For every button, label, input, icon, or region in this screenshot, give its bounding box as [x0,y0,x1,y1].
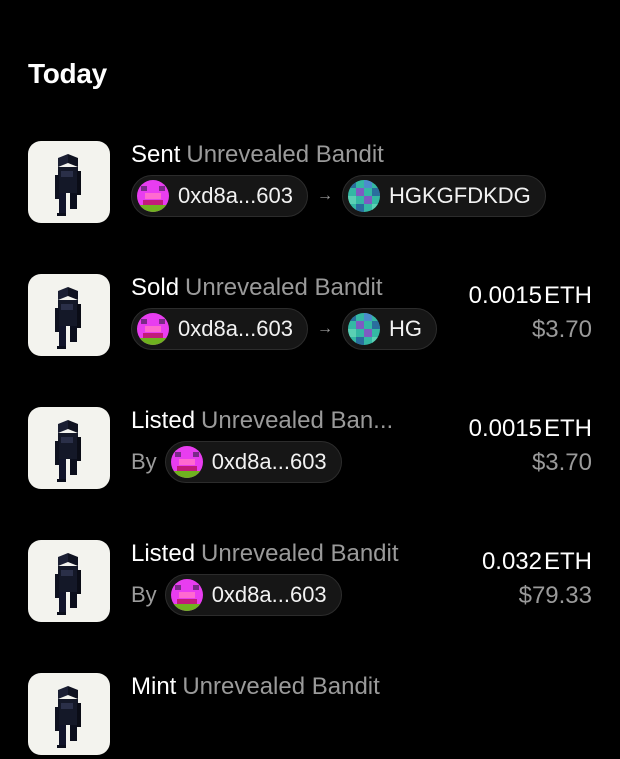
nft-thumbnail[interactable] [28,673,110,755]
activity-verb: Sold [131,274,180,301]
lister-address-chip[interactable]: 0xd8a...603 [164,441,342,483]
from-address-chip[interactable]: 0xd8a...603 [131,175,308,217]
price-block: 0.0015ETH $3.70 [469,415,592,477]
activity-verb: Sent [131,141,181,168]
pink-avatar-icon [137,180,169,212]
lister-address: 0xd8a...603 [211,449,327,474]
to-address-chip[interactable]: HGKGFDKDG [341,175,546,217]
item-name[interactable]: Unrevealed Bandit [185,274,382,301]
to-address: HG [388,316,422,341]
activity-row-sent[interactable]: Sent Unrevealed Bandit 0xd8a...603 → HGKG… [0,127,620,227]
item-name[interactable]: Unrevealed Ban... [201,407,393,434]
to-address-chip[interactable]: HG [341,308,437,350]
lister-address: 0xd8a...603 [211,582,327,607]
activity-row-mint[interactable]: Mint Unrevealed Bandit [0,659,620,759]
by-label: By [131,449,157,474]
arrow-right-icon: → [316,187,333,204]
activity-row-listed[interactable]: Listed Unrevealed Bandit By 0xd8a...603 0… [0,526,620,626]
price-usd: $79.33 [518,582,592,609]
section-title: Today [28,58,107,89]
pink-avatar-icon [170,579,203,611]
activity-title: Sent Unrevealed Bandit [131,141,384,169]
teal-avatar-icon [347,313,380,345]
teal-avatar-icon [347,180,380,212]
activity-title: Listed Unrevealed Ban... [131,407,393,435]
item-name[interactable]: Unrevealed Bandit [182,673,379,700]
nft-thumbnail[interactable] [28,274,110,356]
price-block: 0.032ETH $79.33 [482,548,592,610]
activity-verb: Mint [131,673,177,700]
pink-avatar-icon [137,313,169,345]
price-usd: $3.70 [531,449,592,476]
activity-verb: Listed [131,540,196,567]
price-eth: 0.0015ETH [468,415,592,442]
from-address: 0xd8a...603 [178,183,293,208]
pink-avatar-icon [170,446,203,478]
activity-row-sold[interactable]: Sold Unrevealed Bandit 0xd8a...603 → HG 0… [0,260,620,360]
price-usd: $3.70 [531,316,592,343]
activity-verb: Listed [131,407,196,434]
from-address: 0xd8a...603 [178,316,293,341]
activity-title: Mint Unrevealed Bandit [131,673,380,701]
arrow-right-icon: → [316,320,333,337]
item-name[interactable]: Unrevealed Bandit [186,141,383,168]
from-address-chip[interactable]: 0xd8a...603 [131,308,308,350]
nft-thumbnail[interactable] [28,540,110,622]
activity-title: Listed Unrevealed Bandit [131,540,399,568]
to-address: HGKGFDKDG [388,183,531,208]
activity-title: Sold Unrevealed Bandit [131,274,383,302]
nft-thumbnail[interactable] [28,141,110,223]
item-name[interactable]: Unrevealed Bandit [201,540,398,567]
by-label: By [131,582,157,607]
price-block: 0.0015ETH $3.70 [469,282,592,344]
lister-address-chip[interactable]: 0xd8a...603 [164,574,342,616]
price-eth: 0.0015ETH [468,282,592,309]
activity-row-listed[interactable]: Listed Unrevealed Ban... By 0xd8a...603 0… [0,393,620,493]
price-eth: 0.032ETH [481,548,592,575]
nft-thumbnail[interactable] [28,407,110,489]
